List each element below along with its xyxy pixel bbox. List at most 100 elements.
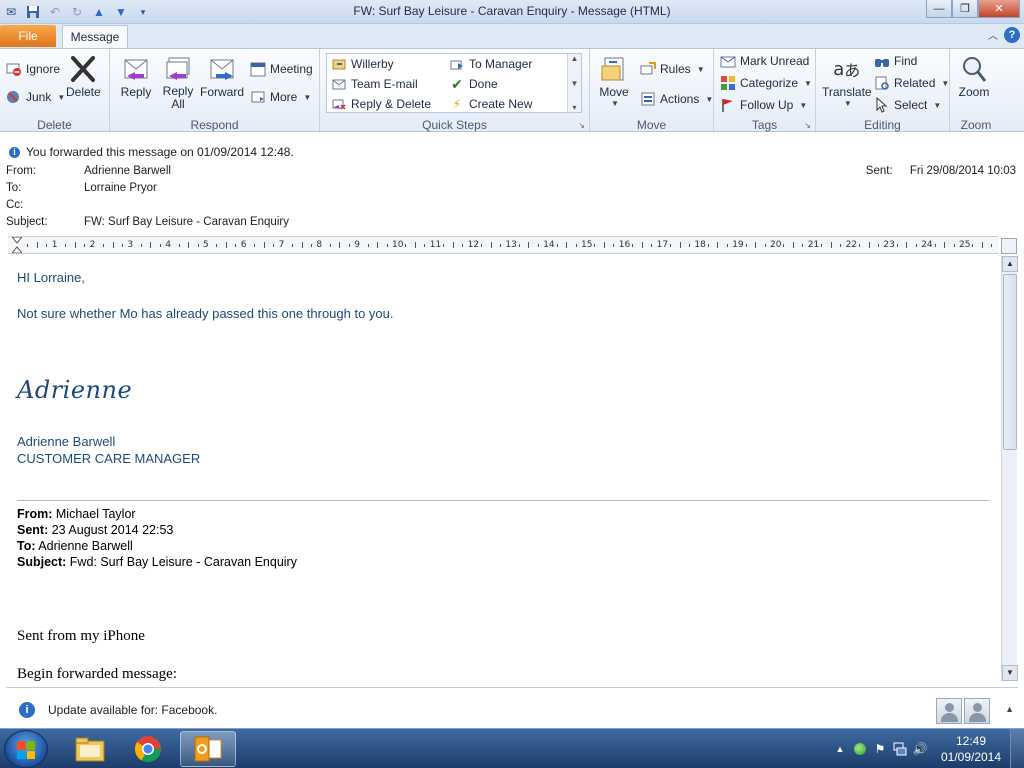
scroll-down-icon[interactable]: ▼ bbox=[571, 79, 579, 88]
taskbar-chrome[interactable] bbox=[120, 731, 176, 767]
ruler-number: 10 bbox=[392, 240, 404, 250]
taskbar-explorer[interactable] bbox=[62, 731, 118, 767]
more-button[interactable]: More ▼ bbox=[250, 89, 311, 105]
quickstep-team-email[interactable]: Team E-mail bbox=[331, 76, 418, 92]
sent-row: Sent: Fri 29/08/2014 10:03 bbox=[865, 165, 1016, 177]
find-button[interactable]: Find bbox=[874, 53, 917, 69]
mark-unread-button[interactable]: Mark Unread bbox=[720, 53, 809, 69]
ruler-tick bbox=[821, 244, 823, 247]
from-value[interactable]: Adrienne Barwell bbox=[84, 165, 171, 177]
quickstep-create-new[interactable]: ⚡ Create New bbox=[449, 96, 533, 112]
delete-group-label: Delete bbox=[37, 118, 72, 132]
ruler-tick bbox=[717, 242, 719, 248]
ruler-tick bbox=[159, 244, 161, 247]
ruler-tick bbox=[414, 242, 416, 248]
reply-all-button[interactable]: Reply All bbox=[162, 53, 194, 111]
ruler-tick bbox=[197, 244, 199, 247]
delete-button[interactable]: Delete bbox=[66, 53, 101, 99]
taskbar-outlook[interactable] bbox=[180, 731, 236, 767]
meeting-button[interactable]: Meeting bbox=[250, 61, 313, 77]
quick-steps-scroll[interactable]: ▲ ▼ ▾ bbox=[567, 54, 581, 112]
fwd-to-line: To: Adrienne Barwell bbox=[17, 539, 133, 553]
ignore-button[interactable]: Ignore bbox=[6, 61, 60, 77]
select-button[interactable]: Select ▼ bbox=[874, 97, 941, 113]
contact-photo-sender[interactable] bbox=[936, 698, 962, 724]
quickstep-reply-delete[interactable]: Reply & Delete bbox=[331, 96, 431, 112]
help-icon[interactable]: ? bbox=[1004, 27, 1020, 43]
ruler-tick bbox=[452, 242, 454, 248]
show-desktop-button[interactable] bbox=[1010, 729, 1024, 768]
calendar-icon bbox=[250, 61, 266, 77]
zoom-button[interactable]: Zoom bbox=[958, 53, 990, 99]
title-bar: ✉ ↶ ↻ ▲ ▼ ▾ FW: Surf Bay Leisure - Carav… bbox=[0, 0, 1024, 24]
close-button[interactable]: ✕ bbox=[978, 0, 1020, 18]
ruler-tick bbox=[783, 244, 785, 247]
view-ruler-button[interactable] bbox=[1001, 238, 1017, 254]
forward-button[interactable]: Forward bbox=[200, 53, 244, 99]
reply-button[interactable]: Reply bbox=[120, 53, 152, 99]
ruler-tick bbox=[103, 244, 105, 247]
clock[interactable]: 12:49 01/09/2014 bbox=[936, 733, 1006, 765]
quickstep-willerby[interactable]: Willerby bbox=[331, 56, 394, 72]
scroll-down-button[interactable]: ▼ bbox=[1002, 665, 1018, 681]
body-scrollbar[interactable]: ▲ ▼ bbox=[1001, 256, 1018, 681]
sent-from-iphone: Sent from my iPhone bbox=[17, 628, 145, 644]
expand-people-pane-icon[interactable]: ▲ bbox=[1005, 704, 1014, 714]
categorize-icon bbox=[720, 75, 736, 91]
reply-icon bbox=[120, 53, 152, 85]
actions-button[interactable]: Actions ▼ bbox=[640, 91, 713, 107]
ruler-scale: 1 2 3 4 5 6 7 8 9 10 11 12 13 14 15 16 17 18 19 20 21 22 23 24 2… bbox=[8, 239, 998, 253]
tab-file[interactable]: File bbox=[0, 25, 56, 47]
quickstep-to-manager[interactable]: To Manager bbox=[449, 56, 532, 72]
ruler-number: 14 bbox=[543, 240, 555, 250]
contact-photo-recipient[interactable] bbox=[964, 698, 990, 724]
translate-button[interactable]: aあ Translate ▼ bbox=[822, 53, 872, 109]
team-email-icon bbox=[331, 76, 347, 92]
to-manager-icon bbox=[449, 56, 465, 72]
expand-gallery-icon[interactable]: ▾ bbox=[572, 103, 576, 112]
ruler-tick bbox=[462, 244, 464, 247]
ruler-tick bbox=[859, 244, 861, 247]
indent-marker[interactable] bbox=[12, 237, 22, 253]
rules-button[interactable]: Rules ▼ bbox=[640, 61, 705, 77]
quickstep-done[interactable]: ✔ Done bbox=[449, 76, 498, 92]
scroll-up-icon[interactable]: ▲ bbox=[571, 54, 579, 63]
minimize-button[interactable]: — bbox=[926, 0, 952, 18]
quick-steps-launcher-icon[interactable]: ↘ bbox=[578, 121, 585, 130]
to-value[interactable]: Lorraine Pryor bbox=[84, 182, 157, 194]
fwd-sent-line: Sent: 23 August 2014 22:53 bbox=[17, 523, 174, 537]
update-notice[interactable]: Update available for: Facebook. bbox=[48, 703, 217, 717]
tab-message[interactable]: Message bbox=[62, 25, 128, 48]
follow-up-button[interactable]: Follow Up ▼ bbox=[720, 97, 807, 113]
network-icon[interactable] bbox=[890, 739, 910, 759]
ruler-tick bbox=[424, 244, 426, 247]
scroll-up-button[interactable]: ▲ bbox=[1002, 256, 1018, 272]
ruler-tick bbox=[121, 244, 123, 247]
tags-launcher-icon[interactable]: ↘ bbox=[804, 121, 811, 130]
ruler-tick bbox=[755, 242, 757, 248]
clock-date: 01/09/2014 bbox=[940, 750, 1002, 764]
scroll-thumb[interactable] bbox=[1003, 274, 1017, 450]
ruler-tick bbox=[896, 244, 898, 247]
window-controls: — ❐ ✕ bbox=[926, 0, 1020, 18]
related-button[interactable]: Related ▼ bbox=[874, 75, 949, 91]
status-green-icon[interactable] bbox=[850, 739, 870, 759]
move-button[interactable]: Move ▼ bbox=[598, 53, 630, 108]
start-button[interactable] bbox=[4, 730, 48, 768]
info-bar: i You forwarded this message on 01/09/20… bbox=[0, 143, 1024, 161]
ruler-tick bbox=[490, 242, 492, 248]
ruler-tick bbox=[991, 244, 993, 247]
volume-icon[interactable]: 🔊 bbox=[910, 739, 930, 759]
restore-button[interactable]: ❐ bbox=[952, 0, 978, 18]
categorize-button[interactable]: Categorize ▼ bbox=[720, 75, 812, 91]
ruler-number: 7 bbox=[278, 240, 285, 250]
collapse-ribbon-icon[interactable]: ︿ bbox=[988, 27, 998, 43]
respond-group-label: Respond bbox=[190, 118, 239, 132]
show-hidden-icons[interactable]: ▲ bbox=[830, 739, 850, 759]
action-center-flag-icon[interactable]: ⚑ bbox=[870, 739, 890, 759]
message-body[interactable]: HI Lorraine, Not sure whether Mo has alr… bbox=[8, 256, 1000, 681]
ruler-tick bbox=[537, 244, 539, 247]
quick-steps-gallery: Willerby To Manager Team E-mail ✔ Done R… bbox=[326, 53, 582, 113]
lightning-icon: ⚡ bbox=[452, 97, 462, 111]
junk-button[interactable]: Junk ▼ bbox=[6, 89, 65, 105]
